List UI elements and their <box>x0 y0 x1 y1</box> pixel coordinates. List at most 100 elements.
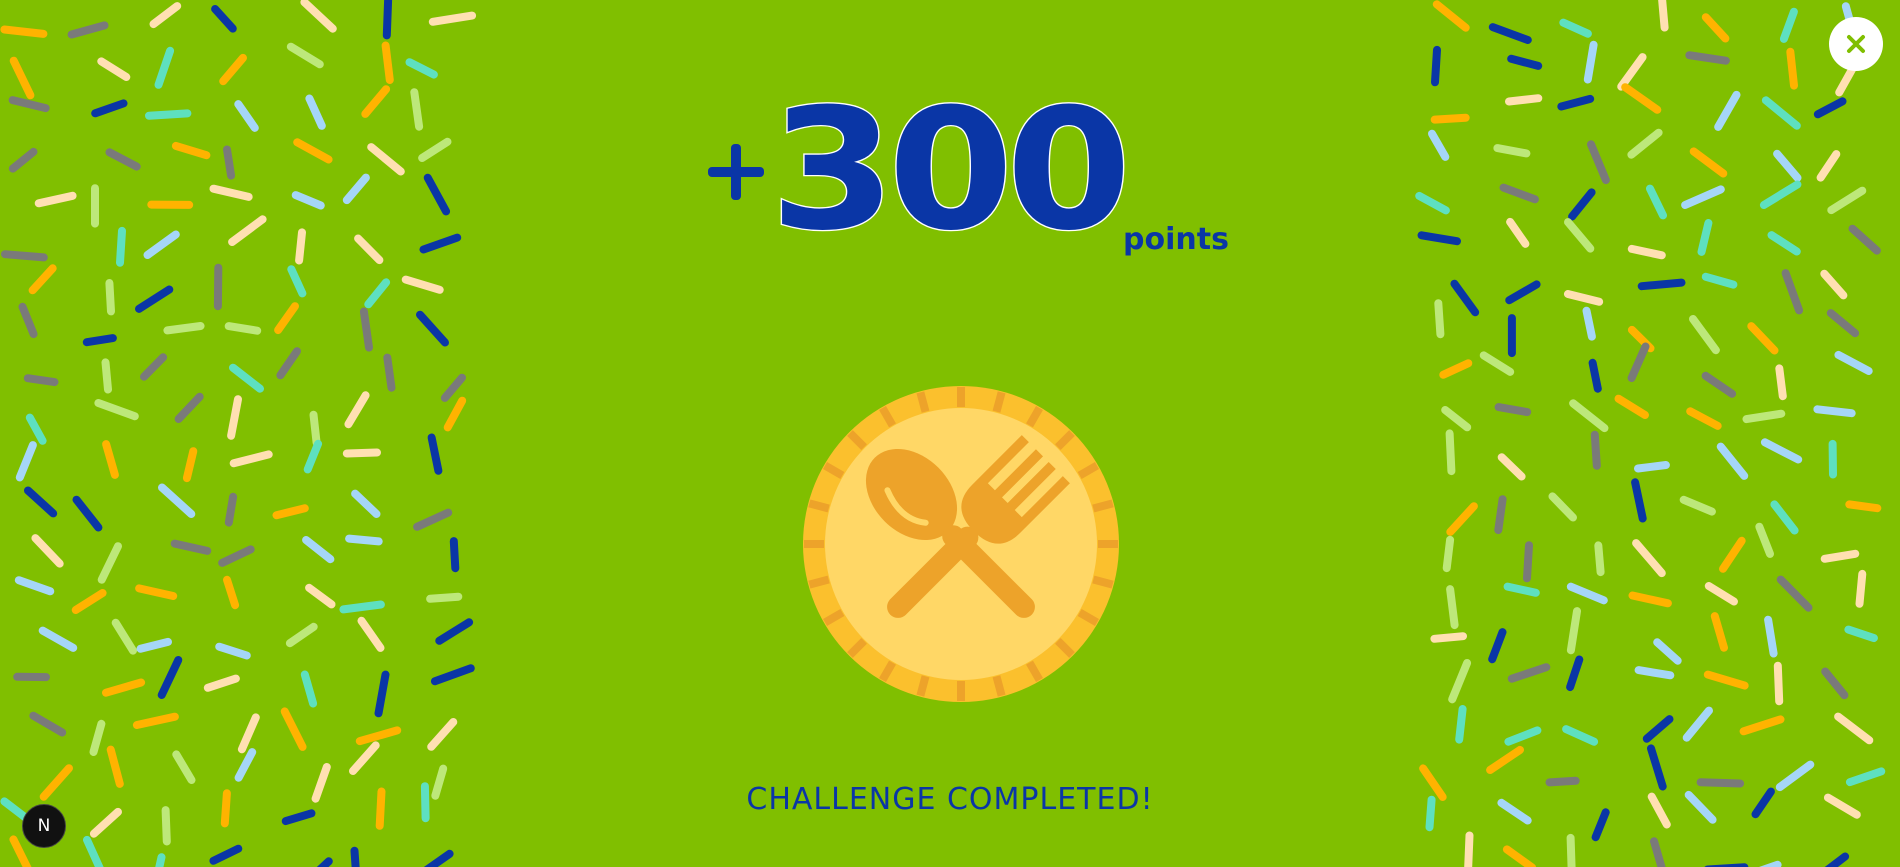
confetti-piece <box>435 618 474 645</box>
confetti-piece <box>303 439 323 474</box>
confetti-piece <box>15 441 37 482</box>
confetti-piece <box>1820 549 1860 563</box>
confetti-piece <box>350 846 360 867</box>
confetti-piece <box>1428 129 1450 161</box>
confetti-piece <box>211 5 237 33</box>
confetti-piece <box>1488 628 1507 664</box>
confetti-piece <box>1621 83 1662 114</box>
confetti-piece <box>1614 394 1649 419</box>
confetti-piece <box>101 358 112 394</box>
confetti-piece <box>28 264 57 295</box>
confetti-piece <box>67 21 109 39</box>
confetti-piece <box>1710 612 1728 652</box>
confetti-piece <box>426 592 463 603</box>
confetti-piece <box>1813 405 1856 418</box>
confetti-piece <box>71 589 107 614</box>
confetti-piece <box>135 285 174 313</box>
confetti-piece <box>1816 150 1841 182</box>
confetti-piece <box>224 322 262 335</box>
confetti-piece <box>1503 582 1540 597</box>
confetti-piece <box>89 719 106 756</box>
confetti-piece <box>1455 705 1467 744</box>
confetti-piece <box>1761 96 1801 130</box>
confetti-piece <box>413 508 453 531</box>
confetti-piece <box>1566 582 1608 605</box>
confetti-piece <box>227 395 242 440</box>
confetti-piece <box>0 25 48 38</box>
confetti-piece <box>1507 663 1551 683</box>
plus-icon <box>708 144 764 200</box>
confetti-piece <box>305 94 326 130</box>
confetti-piece <box>1562 725 1599 746</box>
confetti-piece <box>274 302 299 335</box>
confetti-piece <box>1826 309 1860 338</box>
confetti-piece <box>94 399 139 421</box>
confetti-piece <box>135 584 178 600</box>
confetti-piece <box>209 184 253 201</box>
confetti-piece <box>1701 13 1730 43</box>
confetti-piece <box>91 99 128 118</box>
confetti-piece <box>1415 191 1450 215</box>
confetti-piece <box>1658 0 1669 32</box>
confetti-piece <box>1583 40 1598 84</box>
confetti-piece <box>102 678 146 697</box>
confetti-piece <box>34 191 77 208</box>
points-amount: 300 <box>769 72 1133 268</box>
confetti-piece <box>1563 290 1604 306</box>
confetti-piece <box>418 137 452 162</box>
confetti-piece <box>143 230 180 259</box>
app-badge[interactable]: N <box>22 804 66 848</box>
confetti-piece <box>234 748 257 782</box>
confetti-piece <box>1442 535 1455 573</box>
confetti-piece <box>171 141 211 160</box>
confetti-piece <box>1434 299 1445 339</box>
confetti-piece <box>1627 244 1666 260</box>
confetti-piece <box>224 492 238 527</box>
confetti-piece <box>1493 144 1531 158</box>
confetti-piece <box>349 741 380 775</box>
confetti-piece <box>443 396 467 432</box>
confetti-piece <box>14 576 55 596</box>
close-button[interactable] <box>1829 17 1883 71</box>
confetti-piece <box>1739 715 1785 736</box>
confetti-piece <box>1568 188 1596 221</box>
confetti-piece <box>1439 359 1473 379</box>
confetti-piece <box>383 353 396 392</box>
confetti-piece <box>1845 500 1882 513</box>
confetti-piece <box>102 440 119 479</box>
confetti-piece <box>351 489 381 518</box>
confetti-piece <box>105 279 115 316</box>
confetti-piece <box>1697 219 1713 256</box>
confetti-piece <box>428 11 477 26</box>
confetti-piece <box>430 664 475 686</box>
confetti-piece <box>83 835 104 867</box>
confetti-piece <box>342 173 370 205</box>
confetti-piece <box>155 853 166 867</box>
confetti-piece <box>1634 461 1670 473</box>
confetti-piece <box>1647 744 1667 791</box>
confetti-piece <box>285 622 318 648</box>
confetti-piece <box>29 711 67 737</box>
confetti-piece <box>154 46 175 89</box>
confetti-piece <box>223 145 236 180</box>
confetti-piece <box>316 857 333 867</box>
spoon-fork-icon <box>803 386 1119 702</box>
confetti-piece <box>287 265 307 298</box>
confetti-piece <box>427 718 458 751</box>
confetti-piece <box>355 726 402 746</box>
close-icon <box>1847 35 1865 53</box>
confetti-piece <box>1682 706 1713 742</box>
confetti-piece <box>1775 364 1787 401</box>
confetti-piece <box>215 642 251 660</box>
confetti-piece <box>1747 322 1779 355</box>
confetti-piece <box>149 2 182 29</box>
confetti-piece <box>423 173 451 216</box>
confetti-piece <box>9 56 35 100</box>
confetti-piece <box>1590 430 1601 470</box>
confetti-piece <box>1848 224 1881 255</box>
confetti-piece <box>374 670 390 718</box>
confetti-piece <box>1686 407 1722 430</box>
confetti-piece <box>174 392 204 423</box>
confetti-piece <box>25 413 47 445</box>
confetti-piece <box>1557 94 1595 111</box>
